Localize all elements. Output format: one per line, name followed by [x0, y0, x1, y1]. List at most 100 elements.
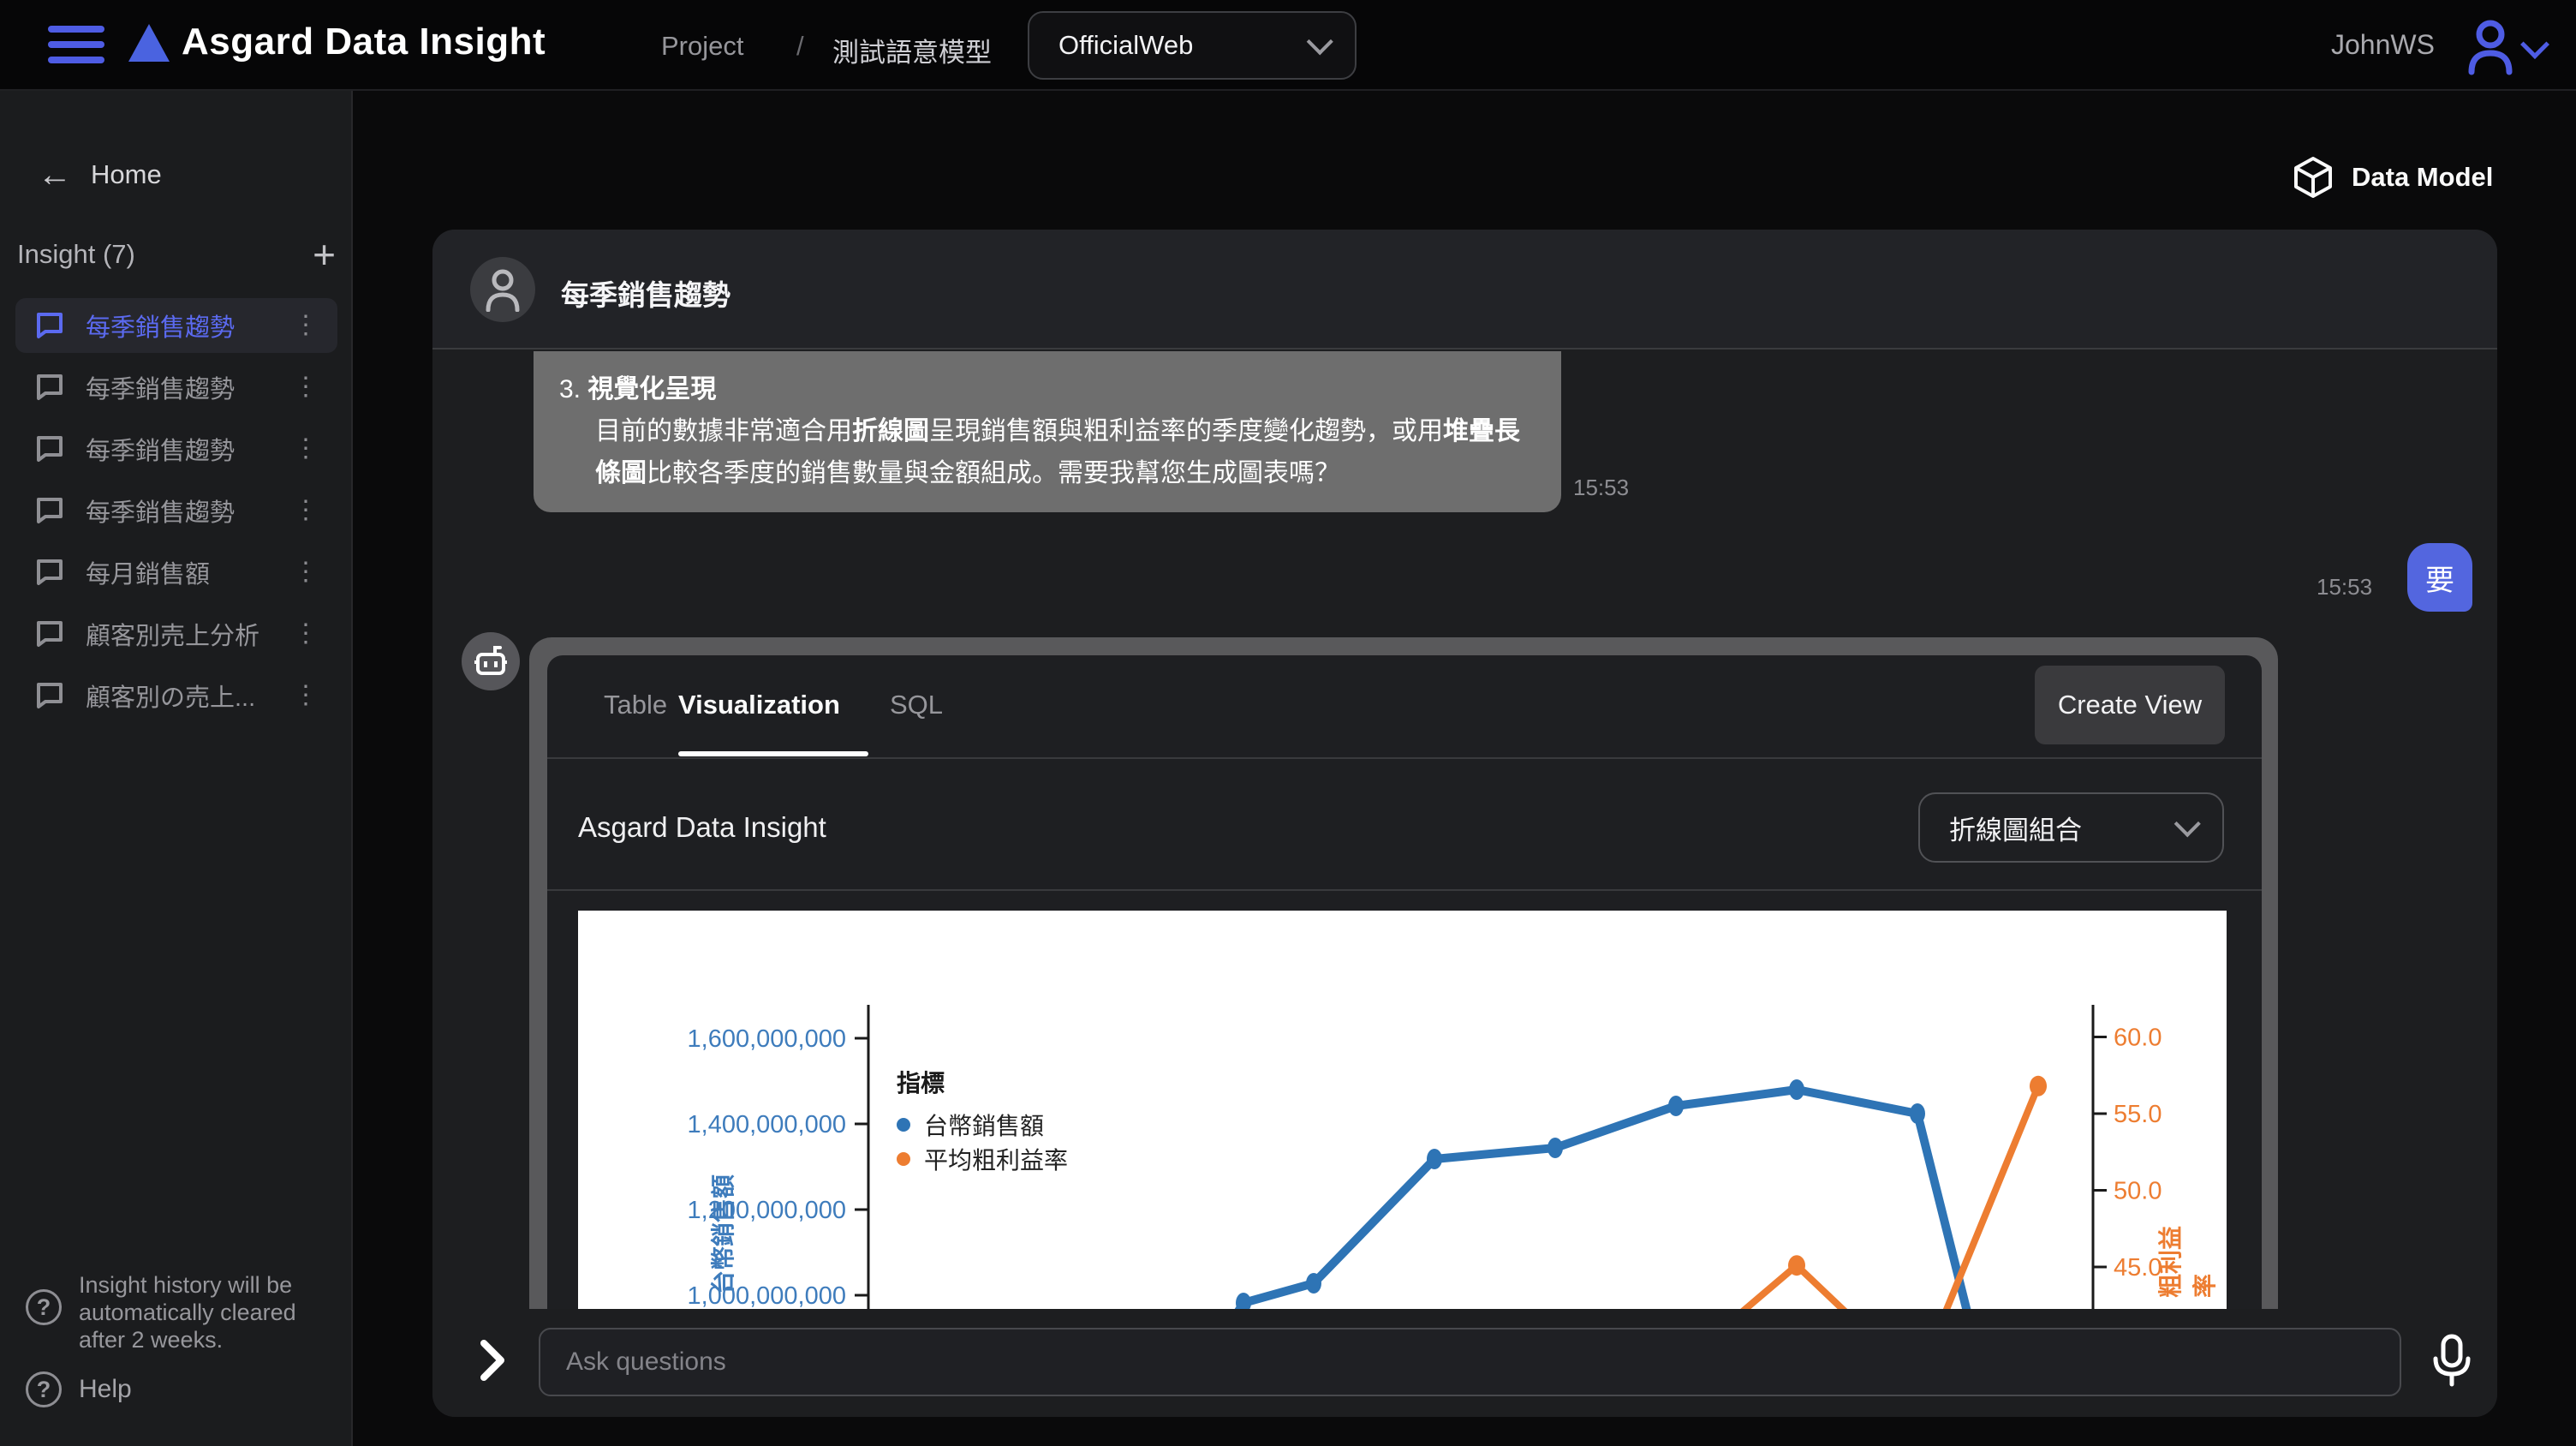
chat-bubble-icon [34, 372, 65, 403]
result-card-frame: Table Visualization SQL Create View Asga… [529, 637, 2278, 1324]
microphone-icon[interactable] [2430, 1333, 2473, 1394]
cube-icon [2293, 156, 2333, 199]
sidebar-item[interactable]: 顧客別売上分析 ⋮ [15, 606, 337, 661]
create-view-button[interactable]: Create View [2035, 666, 2225, 744]
breadcrumb-project[interactable]: Project [661, 31, 743, 62]
robot-icon [473, 644, 509, 678]
chevron-down-icon [2174, 810, 2201, 837]
user-message-bubble: 要 [2407, 543, 2472, 612]
svg-text:50.0: 50.0 [2114, 1178, 2162, 1205]
svg-text:55.0: 55.0 [2114, 1101, 2162, 1128]
assistant-text-block: 目前的數據非常適合用折線圖呈現銷售額與粗利益率的季度變化趨勢，或用堆疊長條圖比較… [595, 410, 1530, 494]
chat-bubble-icon [34, 680, 65, 711]
sidebar-item-label: 顧客別売上分析 [86, 616, 272, 652]
model-select-dropdown[interactable]: OfficialWeb [1028, 11, 1357, 80]
data-model-label: Data Model [2352, 162, 2493, 193]
breadcrumb-current: 測試語意模型 [832, 31, 992, 69]
chat-header: 每季銷售趨勢 [432, 230, 2497, 350]
kebab-menu-icon[interactable]: ⋮ [293, 565, 319, 580]
home-label: Home [91, 159, 162, 190]
model-select-value: OfficialWeb [1058, 30, 1307, 61]
chat-bubble-icon [34, 433, 65, 464]
sidebar-item-label: 每季銷售趨勢 [86, 308, 272, 344]
chat-title: 每季銷售趨勢 [561, 272, 730, 314]
sidebar-item[interactable]: 每季銷售趨勢 ⋮ [15, 298, 337, 353]
sidebar-item-label: 每季銷售趨勢 [86, 431, 272, 467]
legend-item-margin[interactable]: 平均粗利益率 [897, 1142, 1068, 1176]
svg-text:1,600,000,000: 1,600,000,000 [688, 1025, 846, 1053]
sidebar-insight-header: Insight (7) + [17, 235, 336, 274]
chat-panel: 每季銷售趨勢 3. 視覺化呈現 目前的數據非常適合用折線圖呈現銷售額與粗利益率的… [432, 230, 2497, 1417]
kebab-menu-icon[interactable]: ⋮ [293, 442, 319, 457]
history-note: Insight history will be automatically cl… [79, 1271, 332, 1353]
prompt-chevron-icon [477, 1338, 508, 1387]
user-reply-timestamp: 15:53 [2317, 574, 2372, 601]
person-icon [484, 267, 522, 312]
sidebar-item-label: 每季銷售趨勢 [86, 369, 272, 405]
legend-marker-orange-icon [897, 1152, 910, 1166]
username-label: JohnWS [2331, 29, 2435, 61]
sidebar: ← Home Insight (7) + 每季銷售趨勢⋮每季銷售趨勢⋮每季銷售趨… [0, 91, 353, 1446]
data-model-button[interactable]: Data Model [2293, 156, 2493, 199]
back-arrow-icon: ← [38, 158, 72, 192]
kebab-menu-icon[interactable]: ⋮ [293, 627, 319, 642]
assistant-message-bubble: 3. 視覺化呈現 目前的數據非常適合用折線圖呈現銷售額與粗利益率的季度變化趨勢，… [534, 351, 1561, 512]
kebab-menu-icon[interactable]: ⋮ [293, 380, 319, 395]
kebab-menu-icon[interactable]: ⋮ [293, 319, 319, 333]
assistant-text-bold: 視覺化呈現 [587, 375, 716, 403]
kebab-menu-icon[interactable]: ⋮ [293, 689, 319, 703]
help-icon: ? [26, 1371, 62, 1407]
ask-questions-input[interactable] [539, 1328, 2401, 1396]
user-menu-chevron-down-icon[interactable] [2520, 30, 2549, 59]
top-bar: Asgard Data Insight Project / 測試語意模型 Off… [0, 0, 2576, 91]
add-insight-button[interactable]: + [313, 235, 336, 274]
chart-type-dropdown[interactable]: 折線圖組合 [1918, 792, 2224, 863]
chart-legend: 指標 台幣銷售額 平均粗利益率 [897, 1065, 1068, 1176]
help-button[interactable]: ? Help [26, 1371, 132, 1407]
brand-title: Asgard Data Insight [182, 21, 546, 63]
bot-avatar [462, 632, 520, 690]
breadcrumb-separator: / [796, 31, 804, 62]
sidebar-item[interactable]: 每季銷售趨勢 ⋮ [15, 421, 337, 476]
user-avatar-icon[interactable] [2465, 15, 2516, 80]
tab-table[interactable]: Table [604, 690, 667, 720]
chart-section-title: Asgard Data Insight [578, 811, 826, 844]
right-axis-title-partial: 粗利益率 [2152, 1223, 2221, 1298]
hamburger-menu-icon[interactable] [48, 26, 104, 65]
chat-bubble-icon [34, 618, 65, 649]
tab-visualization[interactable]: Visualization [678, 690, 840, 720]
assistant-text: 3. [559, 375, 587, 403]
active-tab-underline [678, 751, 868, 756]
chart-type-value: 折線圖組合 [1949, 809, 2174, 847]
sidebar-item[interactable]: 每季銷售趨勢 ⋮ [15, 483, 337, 538]
legend-item-sales[interactable]: 台幣銷售額 [897, 1108, 1068, 1142]
chart-area: 1,600,000,0001,400,000,0001,200,000,0001… [578, 911, 2227, 1324]
insight-count-label: Insight (7) [17, 239, 313, 270]
sidebar-item-label: 每月銷售額 [86, 554, 272, 590]
chat-avatar [470, 257, 535, 322]
legend-title: 指標 [897, 1065, 1068, 1099]
legend-marker-blue-icon [897, 1118, 910, 1132]
chat-bubble-icon [34, 495, 65, 526]
divider [547, 757, 2262, 759]
prompt-bar [432, 1309, 2497, 1417]
result-card: Table Visualization SQL Create View Asga… [547, 655, 2262, 1324]
tab-sql[interactable]: SQL [890, 690, 943, 720]
sidebar-item[interactable]: 每月銷售額 ⋮ [15, 545, 337, 600]
kebab-menu-icon[interactable]: ⋮ [293, 504, 319, 518]
help-label: Help [79, 1375, 132, 1404]
chat-bubble-icon [34, 310, 65, 341]
sidebar-item[interactable]: 每季銷售趨勢 ⋮ [15, 360, 337, 415]
sidebar-item[interactable]: 顧客別の売上... ⋮ [15, 668, 337, 723]
sidebar-item-label: 顧客別の売上... [86, 678, 272, 714]
svg-text:60.0: 60.0 [2114, 1025, 2162, 1052]
info-icon: ? [26, 1289, 62, 1325]
svg-text:1,400,000,000: 1,400,000,000 [688, 1111, 846, 1138]
sidebar-item-label: 每季銷售趨勢 [86, 493, 272, 529]
assistant-timestamp: 15:53 [1573, 475, 1629, 501]
chat-bubble-icon [34, 557, 65, 588]
sidebar-home-button[interactable]: ← Home [38, 158, 162, 192]
left-axis-title-partial: 台幣銷售額 [705, 1174, 739, 1294]
chevron-down-icon [1307, 28, 1333, 55]
brand-triangle-logo-icon [128, 24, 170, 62]
